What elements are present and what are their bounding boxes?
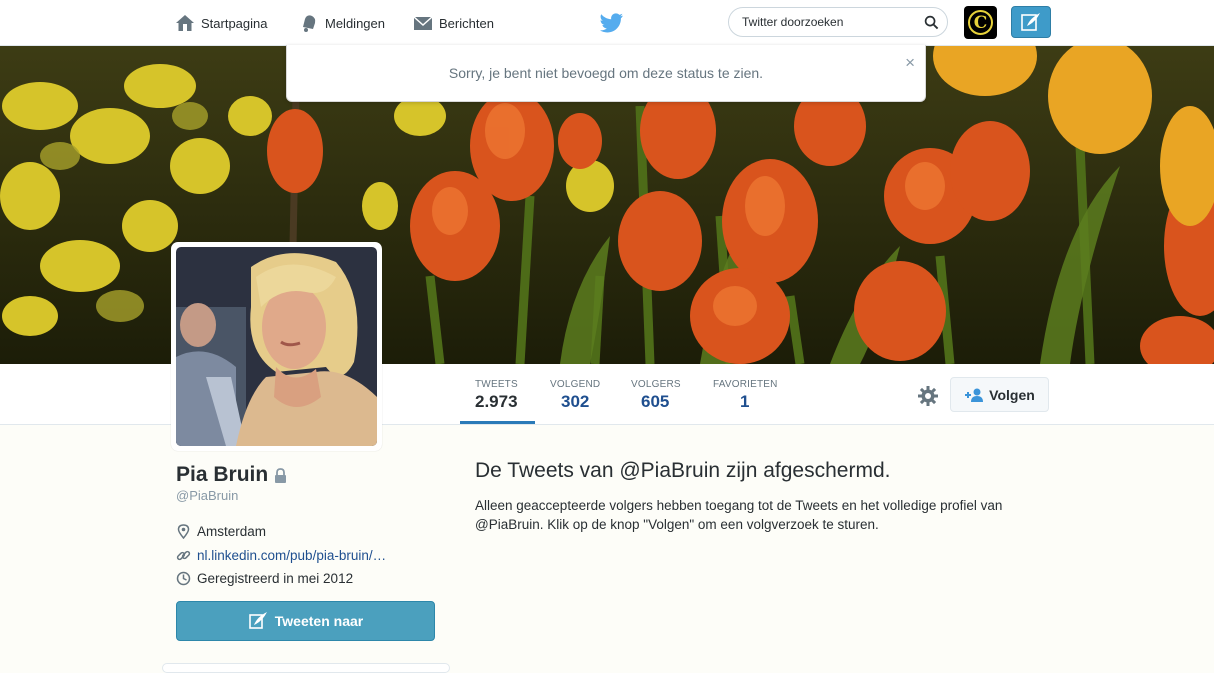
profile-handle[interactable]: @PiaBruin <box>176 488 238 503</box>
stat-following[interactable]: VOLGEND 302 <box>550 379 600 412</box>
compose-quill-icon <box>248 612 267 629</box>
close-icon[interactable]: × <box>905 53 915 73</box>
location-pin-icon <box>177 524 190 539</box>
protected-tweets-title: De Tweets van @PiaBruin zijn afgeschermd… <box>475 459 891 482</box>
permission-alert: Sorry, je bent niet bevoegd om deze stat… <box>286 45 926 102</box>
profile-avatar[interactable] <box>171 242 382 451</box>
profile-url-link[interactable]: nl.linkedin.com/pub/pia-bruin/… <box>197 548 386 563</box>
stat-tweets[interactable]: TWEETS 2.973 <box>475 379 518 412</box>
nav-home-label: Startpagina <box>201 15 268 31</box>
profile-location-text: Amsterdam <box>197 524 267 539</box>
stat-tweets-label: TWEETS <box>475 379 518 390</box>
tweet-to-button[interactable]: Tweeten naar <box>176 601 435 641</box>
profile-joined: Geregistreerd in mei 2012 <box>176 571 353 586</box>
home-icon <box>176 15 194 31</box>
link-icon <box>176 550 191 561</box>
nav-notifications[interactable]: Meldingen <box>299 11 385 35</box>
nav-notifications-label: Meldingen <box>325 15 385 31</box>
profile-name-text: Pia Bruin <box>176 463 269 486</box>
envelope-icon <box>413 16 433 30</box>
stat-followers-value: 605 <box>641 392 670 411</box>
active-tab-indicator <box>460 421 535 424</box>
compose-quill-icon <box>1021 13 1040 31</box>
profile-url[interactable]: nl.linkedin.com/pub/pia-bruin/… <box>176 548 386 563</box>
search-icon[interactable] <box>924 15 939 30</box>
profile-joined-text: Geregistreerd in mei 2012 <box>197 571 354 586</box>
gear-icon[interactable] <box>917 385 939 407</box>
bell-icon <box>303 15 316 32</box>
stat-favorites-value: 1 <box>740 392 750 411</box>
stat-tweets-value: 2.973 <box>475 392 518 411</box>
compose-tweet-button[interactable] <box>1011 6 1051 38</box>
stat-following-label: VOLGEND <box>550 379 601 390</box>
stat-favorites[interactable]: FAVORIETEN 1 <box>713 379 778 412</box>
sidebar-card-edge <box>162 663 450 673</box>
add-user-icon <box>965 388 984 402</box>
profile-photo <box>176 247 377 446</box>
nav-home[interactable]: Startpagina <box>175 11 268 35</box>
lock-icon <box>275 467 287 483</box>
nav-messages-label: Berichten <box>439 15 494 31</box>
stat-followers-label: VOLGERS <box>631 379 681 390</box>
follow-button-label: Volgen <box>989 386 1035 403</box>
top-navigation-bar: Startpagina Meldingen Berichten C <box>0 0 1214 46</box>
stat-following-value: 302 <box>561 392 590 411</box>
profile-location: Amsterdam <box>176 524 266 539</box>
clock-icon <box>176 571 191 586</box>
profile-name: Pia Bruin <box>176 463 287 487</box>
stat-followers[interactable]: VOLGERS 605 <box>631 379 681 412</box>
stat-favorites-label: FAVORIETEN <box>713 379 778 390</box>
search-box[interactable] <box>728 7 948 37</box>
follow-button[interactable]: Volgen <box>950 377 1049 412</box>
user-avatar-letter: C <box>968 10 993 35</box>
twitter-bird-icon[interactable] <box>600 12 624 34</box>
protected-tweets-body: Alleen geaccepteerde volgers hebben toeg… <box>475 498 1003 532</box>
tweet-to-label: Tweeten naar <box>274 613 364 629</box>
alert-message: Sorry, je bent niet bevoegd om deze stat… <box>448 65 764 81</box>
nav-messages[interactable]: Berichten <box>413 11 494 35</box>
search-input[interactable] <box>742 15 924 29</box>
user-avatar[interactable]: C <box>964 6 997 39</box>
